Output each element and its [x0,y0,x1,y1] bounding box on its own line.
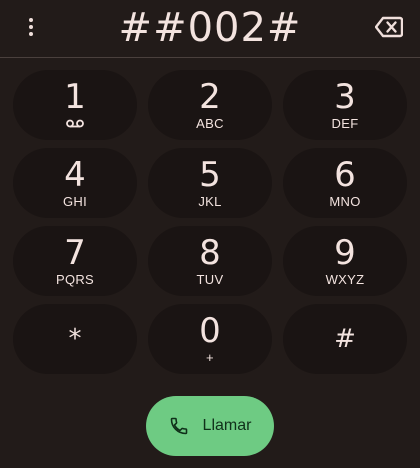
key-star[interactable]: * [13,304,137,374]
voicemail-icon [66,116,84,131]
key-letters: JKL [198,194,222,209]
key-letters: GHI [62,194,87,209]
key-hash[interactable]: # [283,304,407,374]
key-digit: 5 [199,155,221,195]
key-letters: ABC [196,116,224,131]
key-digit: 0 [199,311,221,351]
call-button-label: Llamar [202,417,252,434]
key-digit: 1 [64,77,86,117]
dialer-header: ##002# [0,0,420,56]
key-digit: 3 [334,77,356,117]
key-letters: WXYZ [325,272,365,287]
key-digit: 8 [199,233,221,273]
dial-keypad: 1 2 ABC 3 DEF 4 GHI 5 JKL 6 MNO 7 PQRS 8… [13,70,407,374]
key-digit: 6 [334,155,356,195]
key-letters: TUV [196,272,224,287]
key-8[interactable]: 8 TUV [148,226,272,296]
key-letters: MNO [329,194,361,209]
more-vert-icon [29,18,33,22]
more-vert-icon-dot [29,25,33,29]
key-6[interactable]: 6 MNO [283,148,407,218]
key-digit: 4 [64,155,86,195]
key-1[interactable]: 1 [13,70,137,140]
dialed-number-field[interactable]: ##002# [60,2,360,54]
key-4[interactable]: 4 GHI [13,148,137,218]
more-vert-icon-dot [29,32,33,36]
key-9[interactable]: 9 WXYZ [283,226,407,296]
key-7[interactable]: 7 PQRS [13,226,137,296]
key-digit: * [68,324,82,354]
key-3[interactable]: 3 DEF [283,70,407,140]
key-5[interactable]: 5 JKL [148,148,272,218]
key-2[interactable]: 2 ABC [148,70,272,140]
key-letters: DEF [331,116,359,131]
key-letters: + [206,350,214,365]
key-digit: 7 [64,233,86,273]
dialer-screen: ##002# 1 2 ABC 3 DEF 4 GHI 5 JKL 6 MNO 7… [0,0,420,468]
key-0[interactable]: 0 + [148,304,272,374]
key-digit: 2 [199,77,221,117]
key-digit: 9 [334,233,356,273]
more-options-button[interactable] [20,10,42,44]
phone-icon [170,417,187,435]
key-digit: # [334,324,356,354]
backspace-button[interactable] [374,14,404,40]
key-letters: PQRS [55,272,95,287]
call-button[interactable]: Llamar [146,396,274,456]
backspace-icon [375,16,403,38]
header-divider [0,57,420,58]
